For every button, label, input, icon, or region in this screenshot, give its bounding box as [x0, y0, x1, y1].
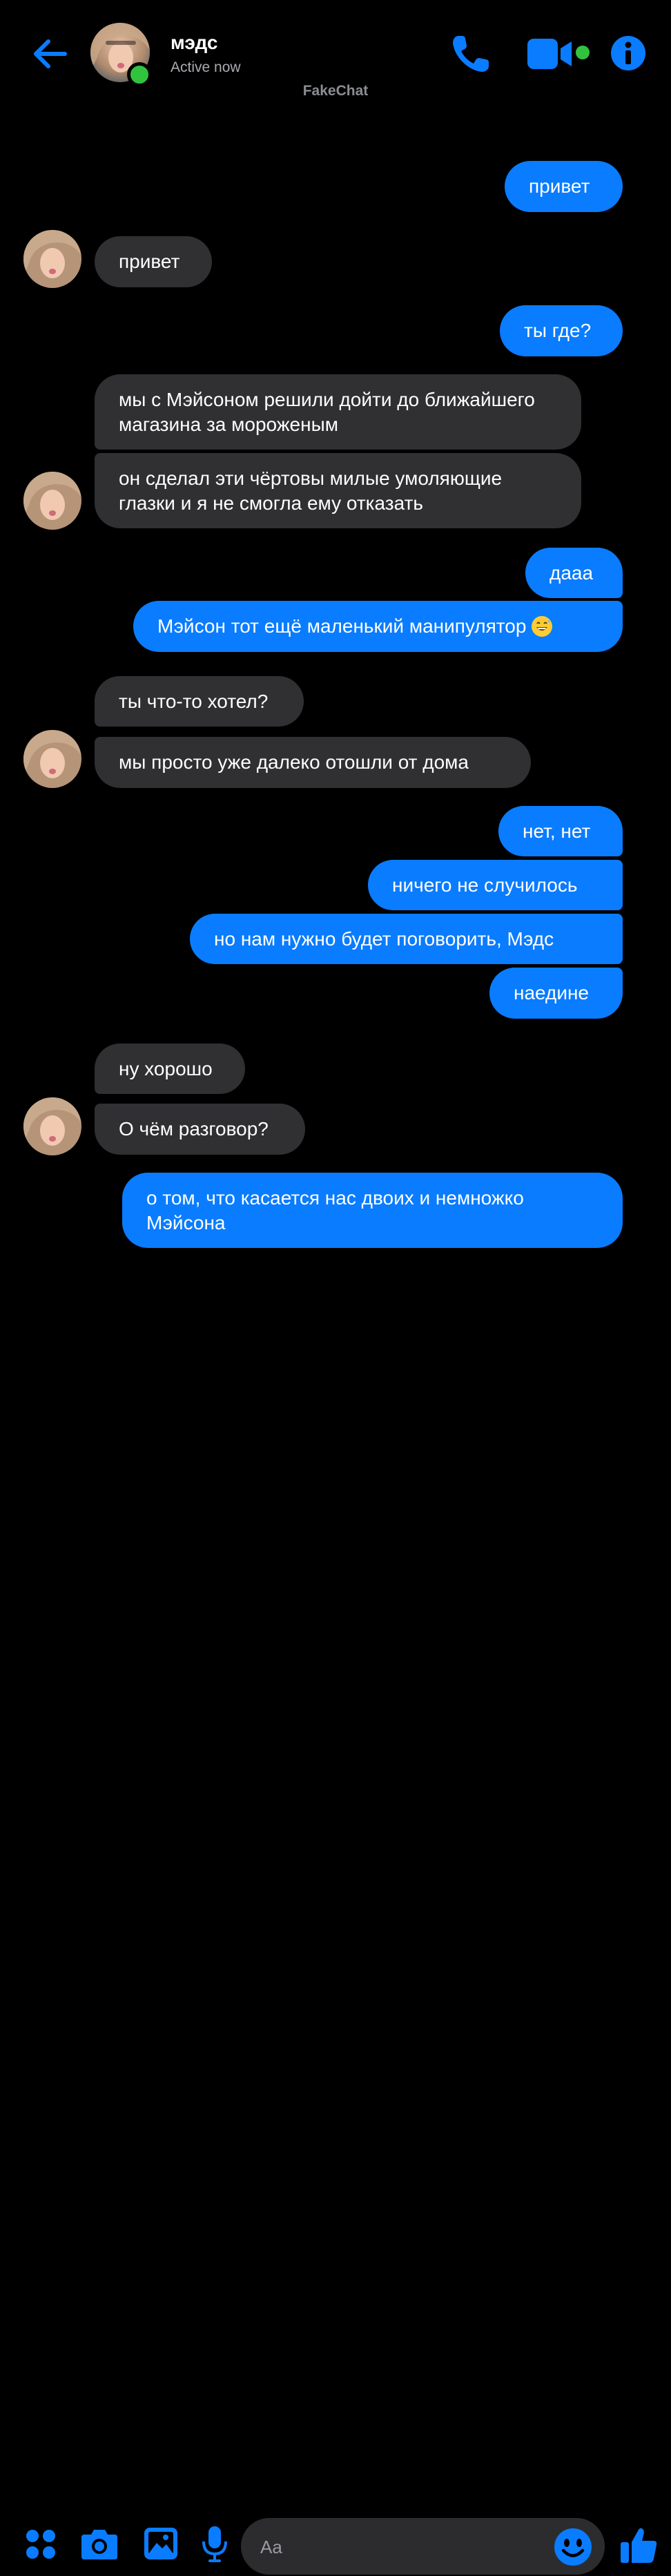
gallery-button[interactable]: [143, 2526, 179, 2561]
outgoing-message[interactable]: о том, что касается нас двоих и немножко…: [122, 1173, 623, 1248]
message-text: мы просто уже далеко отошли от дома: [119, 751, 469, 773]
incoming-message[interactable]: ну хорошо: [95, 1044, 245, 1094]
message-text: ничего не случилось: [392, 874, 578, 896]
incoming-message[interactable]: О чём разговор?: [95, 1104, 305, 1155]
phone-icon: [453, 36, 489, 72]
video-camera-icon: [527, 39, 572, 69]
like-button[interactable]: [619, 2526, 658, 2564]
thumbs-up-icon: [621, 2528, 657, 2563]
info-icon: [611, 36, 645, 70]
incoming-message[interactable]: привет: [95, 236, 212, 287]
outgoing-message[interactable]: нет, нет: [498, 806, 623, 856]
contact-avatar-small[interactable]: [23, 230, 81, 288]
back-button[interactable]: [30, 35, 69, 73]
video-active-dot: [576, 46, 590, 59]
outgoing-message[interactable]: наедине: [489, 968, 623, 1019]
emoji-button[interactable]: [554, 2528, 592, 2566]
outgoing-message[interactable]: ничего не случилось: [368, 860, 623, 910]
chat-header: мэдс Active now FakeChat: [0, 0, 671, 110]
microphone-icon: [202, 2526, 227, 2562]
message-text: привет: [529, 175, 590, 197]
message-composer: [0, 1257, 671, 2576]
message-input[interactable]: [259, 2518, 552, 2576]
contact-avatar-small[interactable]: [23, 1097, 81, 1155]
message-text: ну хорошо: [119, 1057, 213, 1079]
contact-name[interactable]: мэдс: [171, 32, 217, 54]
outgoing-message[interactable]: дааа: [525, 548, 623, 598]
more-actions-button[interactable]: [25, 2528, 57, 2560]
incoming-message[interactable]: мы с Мэйсоном решили дойти до ближайшего…: [95, 374, 581, 450]
outgoing-message[interactable]: ты где?: [500, 305, 623, 356]
outgoing-message[interactable]: привет: [505, 161, 623, 212]
app-watermark: FakeChat: [302, 83, 369, 99]
arrow-left-icon: [34, 39, 67, 68]
message-text: но нам нужно будет поговорить, Мэдс: [214, 927, 554, 950]
message-input-box[interactable]: [241, 2518, 605, 2576]
incoming-message[interactable]: он сделал эти чёртовы милые умоляющие гл…: [95, 453, 581, 528]
four-dots-icon: [26, 2530, 55, 2559]
conversation-info-button[interactable]: [610, 35, 646, 71]
message-text: ты что-то хотел?: [119, 690, 269, 712]
outgoing-message[interactable]: Мэйсон тот ещё маленький манипулятор: [133, 601, 623, 652]
smiley-icon: [554, 2528, 592, 2566]
camera-button[interactable]: [80, 2528, 119, 2561]
message-text: он сделал эти чёртовы милые умоляющие гл…: [119, 467, 503, 514]
message-text: ты где?: [524, 320, 592, 341]
outgoing-message[interactable]: но нам нужно будет поговорить, Мэдс: [190, 914, 623, 964]
message-text: нет, нет: [523, 820, 591, 842]
message-text: привет: [119, 251, 180, 272]
contact-avatar-small[interactable]: [23, 472, 81, 530]
message-text: дааа: [550, 561, 594, 584]
voice-call-button[interactable]: [449, 32, 493, 76]
image-icon: [144, 2528, 177, 2559]
incoming-message[interactable]: мы просто уже далеко отошли от дома: [95, 737, 531, 788]
message-text: мы с Мэйсоном решили дойти до ближайшего…: [119, 388, 535, 435]
contact-avatar-small[interactable]: [23, 730, 81, 788]
camera-icon: [81, 2530, 117, 2559]
contact-status: Active now: [171, 59, 241, 75]
video-call-button[interactable]: [526, 36, 576, 72]
message-text: Мэйсон тот ещё маленький манипулятор: [157, 615, 527, 637]
grinning-sweat-emoji: [532, 616, 553, 637]
voice-message-button[interactable]: [202, 2525, 228, 2564]
message-text: О чём разговор?: [119, 1118, 269, 1140]
message-text: наедине: [514, 982, 590, 1003]
incoming-message[interactable]: ты что-то хотел?: [95, 676, 304, 727]
message-text: о том, что касается нас двоих и немножко…: [146, 1186, 524, 1233]
